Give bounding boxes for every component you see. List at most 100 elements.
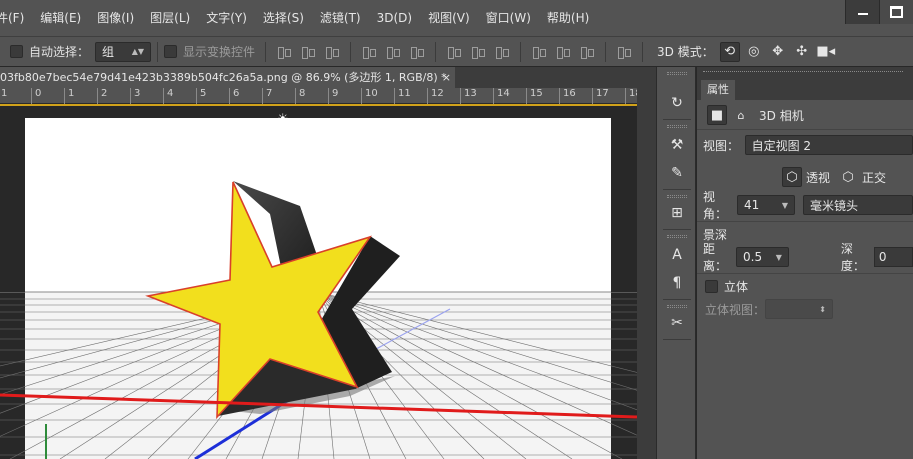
tab-properties[interactable]: 属性 xyxy=(701,80,735,100)
menu-select[interactable]: 选择(S) xyxy=(255,0,312,36)
close-icon[interactable]: × xyxy=(442,67,451,88)
document-canvas[interactable]: ☀ xyxy=(0,104,637,459)
updown-arrow-icon: ⬍ xyxy=(819,304,826,314)
tool-presets-icon[interactable]: ✂ xyxy=(667,313,687,333)
ruler-tick: 1 xyxy=(1,88,8,99)
stereo-view-dropdown[interactable]: ⬍ xyxy=(765,299,833,319)
menu-view[interactable]: 视图(V) xyxy=(420,0,478,36)
menu-layer[interactable]: 图层(L) xyxy=(142,0,198,36)
camera-mode-icon[interactable]: ⌂ xyxy=(731,105,751,125)
paragraph-icon[interactable]: ¶ xyxy=(667,273,687,293)
maximize-icon[interactable] xyxy=(879,0,913,24)
distribute-top-icon[interactable] xyxy=(446,44,462,60)
roll-icon[interactable]: ◎ xyxy=(744,42,764,62)
distribute-bottom-icon[interactable] xyxy=(494,44,510,60)
distribute-vcenter-icon[interactable] xyxy=(470,44,486,60)
panel-grip[interactable] xyxy=(703,71,903,74)
brush-presets-icon[interactable]: ⚒ xyxy=(667,135,687,155)
perspective-icon[interactable]: ⬡ xyxy=(781,167,802,187)
ruler-tick: 5 xyxy=(196,88,206,104)
chevron-down-icon: ▼ xyxy=(781,200,788,210)
menu-3d[interactable]: 3D(D) xyxy=(369,0,420,36)
ruler-tick: 16 xyxy=(559,88,576,104)
projection-row: ⬡ 透视 ⬡ 正交 xyxy=(697,167,913,187)
horizontal-ruler: 1 0 1 2 3 4 5 6 7 8 9 10 11 12 13 14 15 … xyxy=(0,88,642,104)
distance-dropdown[interactable]: 0.5 ▼ xyxy=(736,247,789,267)
view-row: 视图： 自定视图 2 xyxy=(697,135,913,155)
show-transform-checkbox[interactable] xyxy=(164,45,178,58)
divider xyxy=(697,221,913,222)
ruler-tick: 11 xyxy=(394,88,411,104)
dock-grip[interactable] xyxy=(667,305,687,308)
dock-grip[interactable] xyxy=(667,235,687,238)
menu-file[interactable]: 件(F) xyxy=(0,0,32,36)
document-tab[interactable]: 03fb80e7bec54e79d41e423b3389b504fc26a5a.… xyxy=(0,67,455,88)
stereo-label: 立体 xyxy=(724,279,749,294)
align-bottom-icon[interactable] xyxy=(324,44,340,60)
view-label: 视图： xyxy=(703,138,740,153)
panel-header xyxy=(697,67,913,80)
divider xyxy=(350,41,352,62)
perspective-label[interactable]: 透视 xyxy=(806,169,830,186)
dock-grip[interactable] xyxy=(667,195,687,198)
orthographic-icon[interactable]: ⬡ xyxy=(838,167,858,187)
dock-grip[interactable] xyxy=(667,125,687,128)
menu-bar: 件(F) 编辑(E) 图像(I) 图层(L) 文字(Y) 选择(S) 滤镜(T)… xyxy=(0,0,913,36)
ruler-tick: 13 xyxy=(460,88,477,104)
distance-value: 0.5 xyxy=(743,250,763,264)
document-title: 03fb80e7bec54e79d41e423b3389b504fc26a5a.… xyxy=(0,71,447,84)
dock-grip[interactable] xyxy=(667,72,687,75)
brush-icon[interactable]: ✎ xyxy=(667,163,687,183)
distribute-left-icon[interactable] xyxy=(531,44,547,60)
history-icon[interactable]: ↻ xyxy=(667,93,687,113)
panel-dock: ↻ ⚒ ✎ ⊞ A ¶ ✂ xyxy=(656,67,696,459)
auto-select-dropdown[interactable]: 组 ▲▼ xyxy=(95,41,152,62)
camera-zoom-icon[interactable]: ■◂ xyxy=(816,42,836,62)
align-hcenter-icon[interactable] xyxy=(385,44,401,60)
orbit-icon[interactable]: ⟲ xyxy=(719,41,740,62)
slide-icon[interactable]: ✣ xyxy=(792,42,812,62)
align-top-icon[interactable] xyxy=(276,44,292,60)
fov-dropdown[interactable]: 41 ▼ xyxy=(737,195,795,215)
menu-window[interactable]: 窗口(W) xyxy=(478,0,539,36)
lens-dropdown[interactable]: 毫米镜头 xyxy=(803,195,913,215)
auto-align-icon[interactable] xyxy=(616,44,632,60)
menu-type[interactable]: 文字(Y) xyxy=(198,0,255,36)
canvas-active-border xyxy=(0,104,637,459)
auto-select-checkbox[interactable] xyxy=(10,45,23,58)
camera-icon[interactable]: ■ xyxy=(707,105,727,125)
chevron-down-icon: ▼ xyxy=(775,252,782,262)
menu-edit[interactable]: 编辑(E) xyxy=(32,0,89,36)
character-icon[interactable]: A xyxy=(667,245,687,265)
align-right-icon[interactable] xyxy=(409,44,425,60)
align-left-icon[interactable] xyxy=(361,44,377,60)
divider xyxy=(663,189,691,190)
ruler-tick: 15 xyxy=(526,88,543,104)
ruler-tick: 4 xyxy=(163,88,173,104)
ruler-tick: 3 xyxy=(130,88,140,104)
menu-image[interactable]: 图像(I) xyxy=(89,0,142,36)
menu-filter[interactable]: 滤镜(T) xyxy=(312,0,369,36)
distance-row: 距离： 0.5 ▼ 深度： 0 xyxy=(697,242,913,273)
pan-icon[interactable]: ✥ xyxy=(768,42,788,62)
document-tab-bar: 03fb80e7bec54e79d41e423b3389b504fc26a5a.… xyxy=(0,67,656,88)
panel-tab-bar: 属性 xyxy=(697,80,913,100)
orthographic-label[interactable]: 正交 xyxy=(862,169,886,186)
stereo-checkbox[interactable] xyxy=(705,279,718,293)
distribute-right-icon[interactable] xyxy=(579,44,595,60)
distribute-hcenter-icon[interactable] xyxy=(555,44,571,60)
ruler-tick: 17 xyxy=(592,88,609,104)
stereo-row: 立体 xyxy=(697,277,913,295)
light-icon[interactable]: ☀ xyxy=(277,112,289,127)
depth-input[interactable]: 0 xyxy=(873,247,913,267)
divider xyxy=(520,41,522,62)
menu-help[interactable]: 帮助(H) xyxy=(539,0,597,36)
clone-source-icon[interactable]: ⊞ xyxy=(667,203,687,223)
view-dropdown[interactable]: 自定视图 2 xyxy=(744,135,913,155)
minimize-icon[interactable] xyxy=(845,0,879,24)
divider xyxy=(697,129,913,130)
ruler-tick: 2 xyxy=(97,88,107,104)
divider xyxy=(642,41,644,62)
auto-select-label: 自动选择： xyxy=(29,45,90,59)
align-vcenter-icon[interactable] xyxy=(300,44,316,60)
